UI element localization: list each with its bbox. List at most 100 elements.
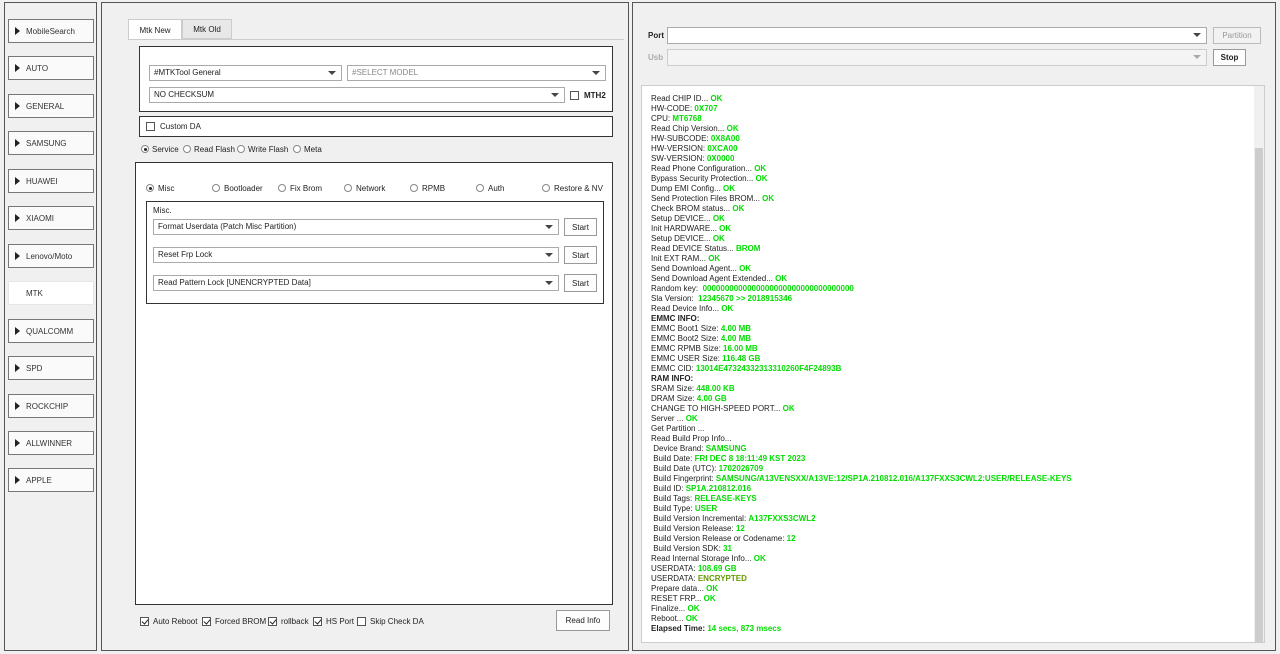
log-value: OK bbox=[708, 254, 721, 263]
log-value: OK bbox=[782, 404, 795, 413]
sidebar-item-label: QUALCOMM bbox=[26, 326, 74, 336]
mode-radio-read-flash[interactable] bbox=[183, 145, 191, 153]
sidebar-item-spd[interactable]: SPD bbox=[8, 356, 94, 380]
mode-radio-service[interactable] bbox=[141, 145, 149, 153]
log-scrollbar-thumb[interactable] bbox=[1255, 148, 1263, 642]
skip-check-da-checkbox[interactable] bbox=[357, 617, 366, 626]
read-info-button[interactable]: Read Info bbox=[556, 610, 610, 631]
sidebar-item-mtk[interactable]: MTK bbox=[8, 281, 94, 305]
service-radio-rpmb[interactable] bbox=[410, 184, 418, 192]
log-value: OK bbox=[775, 274, 788, 283]
tool-select[interactable]: #MTKTool General bbox=[149, 65, 342, 81]
checksum-select[interactable]: NO CHECKSUM bbox=[149, 87, 565, 103]
log-value: OK bbox=[762, 194, 775, 203]
log-value: 4.00 MB bbox=[720, 334, 752, 343]
log-line: Read CHIP ID... OK bbox=[651, 94, 1250, 104]
log-value: OK bbox=[685, 614, 698, 623]
forced-brom-checkbox[interactable] bbox=[202, 617, 211, 626]
log-text: Build Version Incremental: bbox=[651, 514, 749, 523]
service-label-auth: Auth bbox=[488, 184, 505, 193]
sidebar-item-apple[interactable]: APPLE bbox=[8, 468, 94, 492]
log-output[interactable]: Read CHIP ID... OK HW-CODE: 0X707 CPU: MT6… bbox=[641, 85, 1265, 643]
custom-da-group: Custom DA bbox=[139, 116, 613, 137]
service-radio-auth[interactable] bbox=[476, 184, 484, 192]
rollback-checkbox[interactable] bbox=[268, 617, 277, 626]
misc-title: Misc. bbox=[153, 206, 172, 215]
service-label-misc: Misc bbox=[158, 184, 175, 193]
start-button[interactable]: Start bbox=[564, 246, 597, 264]
sidebar-item-qualcomm[interactable]: QUALCOMM bbox=[8, 319, 94, 343]
log-text: EMMC INFO: bbox=[651, 314, 700, 323]
tab-mtk-old[interactable]: Mtk Old bbox=[182, 19, 232, 39]
log-line: EMMC CID: 13014E47324332313310260F4F2489… bbox=[651, 364, 1250, 374]
usb-select[interactable] bbox=[667, 49, 1207, 66]
expand-arrow-icon bbox=[15, 402, 20, 410]
mode-radio-write-flash[interactable] bbox=[237, 145, 245, 153]
sidebar-item-label: SPD bbox=[26, 363, 43, 373]
service-radio-misc[interactable] bbox=[146, 184, 154, 192]
log-line: Setup DEVICE... OK bbox=[651, 234, 1250, 244]
port-label: Port bbox=[648, 31, 664, 40]
auto-reboot-checkbox[interactable] bbox=[140, 617, 149, 626]
sidebar-item-auto[interactable]: AUTO bbox=[8, 56, 94, 80]
log-value: OK bbox=[712, 214, 725, 223]
sidebar-item-label: XIAOMI bbox=[26, 213, 55, 223]
mode-radio-meta[interactable] bbox=[293, 145, 301, 153]
log-text: Build Version Release: bbox=[651, 524, 736, 533]
model-select[interactable]: #SELECT MODEL bbox=[347, 65, 606, 81]
service-radio-restore-nv[interactable] bbox=[542, 184, 550, 192]
log-value: 12345670 >> 2018915346 bbox=[698, 294, 793, 303]
log-value: 116.48 GB bbox=[722, 354, 761, 363]
service-radio-bootloader[interactable] bbox=[212, 184, 220, 192]
misc-option-select[interactable]: Read Pattern Lock [UNENCRYPTED Data] bbox=[153, 275, 559, 291]
log-value: OK bbox=[739, 264, 752, 273]
log-text: EMMC USER Size: bbox=[651, 354, 723, 363]
log-text: Read Phone Configuration... bbox=[651, 164, 755, 173]
misc-option-select[interactable]: Format Userdata (Patch Misc Partition) bbox=[153, 219, 559, 235]
port-select[interactable] bbox=[667, 27, 1207, 44]
stop-button[interactable]: Stop bbox=[1213, 49, 1246, 66]
log-value: 12 bbox=[786, 534, 796, 543]
log-text: RAM INFO: bbox=[651, 374, 694, 383]
log-text: Build Type: bbox=[651, 504, 695, 513]
tab-mtk-new[interactable]: Mtk New bbox=[128, 19, 182, 40]
sidebar-item-rockchip[interactable]: ROCKCHIP bbox=[8, 394, 94, 418]
misc-group: Misc. Format Userdata (Patch Misc Partit… bbox=[146, 201, 604, 304]
log-value: OK bbox=[726, 124, 739, 133]
start-button[interactable]: Start bbox=[564, 274, 597, 292]
sidebar-item-mobilesearch[interactable]: MobileSearch bbox=[8, 19, 94, 43]
skip-check-da-label: Skip Check DA bbox=[370, 617, 424, 626]
custom-da-checkbox[interactable] bbox=[146, 122, 155, 131]
log-value: OK bbox=[712, 234, 725, 243]
sidebar-item-xiaomi[interactable]: XIAOMI bbox=[8, 206, 94, 230]
log-line: Device Brand: SAMSUNG bbox=[651, 444, 1250, 454]
log-line: Random key: 0000000000000000000000000000… bbox=[651, 284, 1250, 294]
log-line: Build Tags: RELEASE-KEYS bbox=[651, 494, 1250, 504]
log-line: HW-SUBCODE: 0X8A00 bbox=[651, 134, 1250, 144]
sidebar-item-general[interactable]: GENERAL bbox=[8, 94, 94, 118]
log-line: RESET FRP... OK bbox=[651, 594, 1250, 604]
partition-button[interactable]: Partition bbox=[1213, 27, 1261, 44]
chevron-down-icon bbox=[545, 225, 553, 229]
expand-arrow-icon bbox=[15, 439, 20, 447]
log-text: Send Protection Files BROM... bbox=[651, 194, 763, 203]
sidebar-item-allwinner[interactable]: ALLWINNER bbox=[8, 431, 94, 455]
service-radio-fix-brom[interactable] bbox=[278, 184, 286, 192]
log-value: OK bbox=[754, 164, 767, 173]
log-value: ENCRYPTED bbox=[697, 574, 747, 583]
log-value: 448.00 KB bbox=[696, 384, 735, 393]
log-value: 108.69 GB bbox=[697, 564, 737, 573]
sidebar-item-lenovo-moto[interactable]: Lenovo/Moto bbox=[8, 244, 94, 268]
log-value: 0X8A00 bbox=[710, 134, 740, 143]
log-scrollbar[interactable] bbox=[1254, 86, 1264, 642]
hs-port-checkbox[interactable] bbox=[313, 617, 322, 626]
sidebar-item-label: HUAWEI bbox=[26, 176, 58, 186]
sidebar-item-label: SAMSUNG bbox=[26, 138, 67, 148]
service-radio-network[interactable] bbox=[344, 184, 352, 192]
sidebar-item-huawei[interactable]: HUAWEI bbox=[8, 169, 94, 193]
misc-option-select[interactable]: Reset Frp Lock bbox=[153, 247, 559, 263]
sidebar-item-samsung[interactable]: SAMSUNG bbox=[8, 131, 94, 155]
start-button[interactable]: Start bbox=[564, 218, 597, 236]
log-line: Setup DEVICE... OK bbox=[651, 214, 1250, 224]
mth2-checkbox[interactable] bbox=[570, 91, 579, 100]
